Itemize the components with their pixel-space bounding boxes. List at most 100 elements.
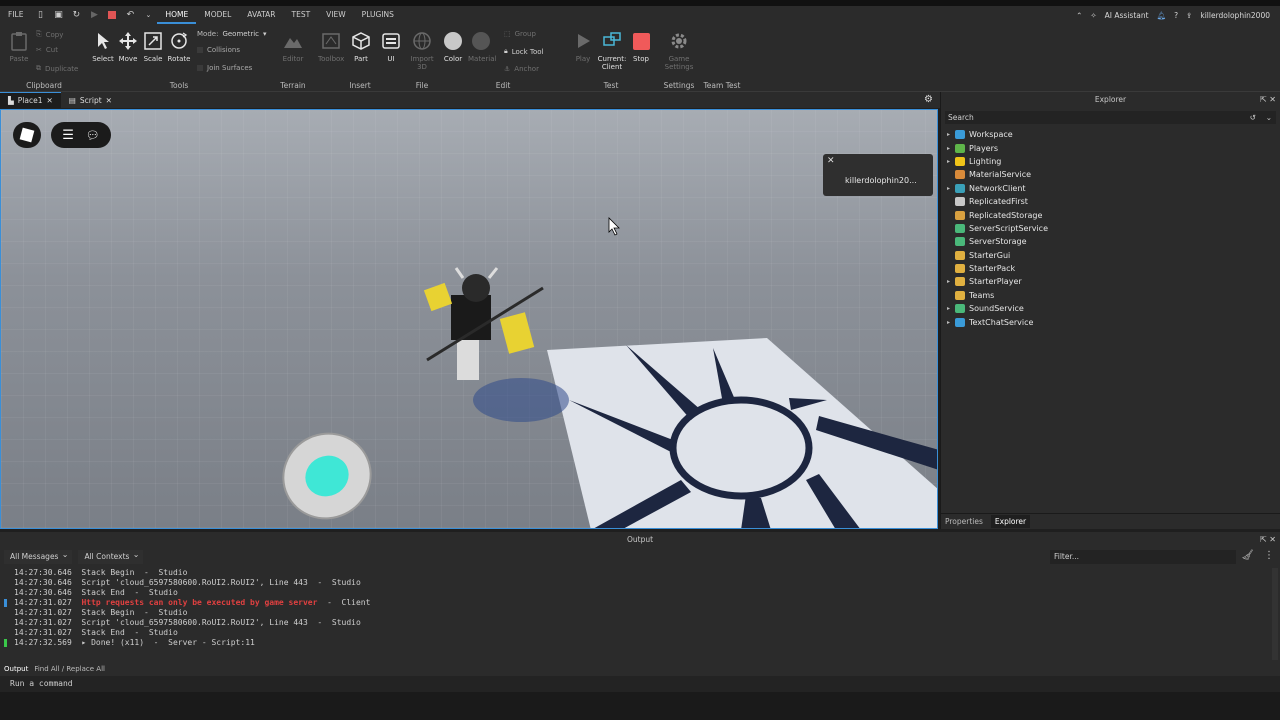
- terrain-editor-button[interactable]: Editor: [280, 30, 306, 63]
- popout-icon[interactable]: ⇱: [1260, 535, 1267, 544]
- hamburger-menu-icon[interactable]: ☰: [62, 128, 74, 143]
- explorer-item-teams[interactable]: Teams: [941, 289, 1280, 302]
- explorer-item-serverstorage[interactable]: ServerStorage: [941, 235, 1280, 248]
- chevron-down-icon[interactable]: ⌄: [141, 8, 155, 22]
- anchor-button[interactable]: ⚓︎ Anchor: [504, 65, 539, 73]
- duplicate-button[interactable]: ⧉ Duplicate: [36, 64, 78, 73]
- expand-arrow-icon[interactable]: ▸: [947, 305, 955, 312]
- popout-icon[interactable]: ⇱: [1260, 95, 1267, 104]
- explorer-item-soundservice[interactable]: ▸ SoundService: [941, 302, 1280, 315]
- collapse-icon[interactable]: ⌃: [1076, 11, 1082, 20]
- game-settings-button[interactable]: Game Settings: [664, 30, 694, 71]
- tab-script[interactable]: ▤ Script ✕: [61, 92, 120, 108]
- expand-arrow-icon[interactable]: ▸: [947, 278, 955, 285]
- explorer-item-serverscriptservice[interactable]: ServerScriptService: [941, 222, 1280, 235]
- duplicate-label: Duplicate: [45, 64, 79, 73]
- explorer-item-startergui[interactable]: StarterGui: [941, 249, 1280, 262]
- cut-button[interactable]: ✂ Cut: [36, 46, 58, 54]
- expand-arrow-icon[interactable]: ▸: [947, 131, 955, 138]
- import-3d-button[interactable]: Import 3D: [409, 30, 435, 71]
- player-list-card[interactable]: ✕ killerdolophin20...: [823, 154, 933, 196]
- toolbox-button[interactable]: Toolbox: [318, 30, 344, 63]
- command-bar-input[interactable]: Run a command: [0, 676, 1280, 692]
- username[interactable]: killerdolophin2000: [1200, 11, 1270, 20]
- file-menu[interactable]: FILE: [0, 6, 31, 24]
- save-icon[interactable]: ▣: [51, 8, 65, 22]
- close-icon[interactable]: ✕: [1269, 535, 1276, 544]
- expand-arrow-icon[interactable]: ▸: [947, 319, 955, 326]
- color-button[interactable]: Color: [440, 30, 466, 63]
- ai-assistant-button[interactable]: AI Assistant: [1105, 11, 1149, 20]
- play-small-icon[interactable]: ▶: [87, 8, 101, 22]
- help-icon[interactable]: ?: [1174, 11, 1178, 20]
- collisions-toggle[interactable]: Collisions: [197, 46, 240, 54]
- tab-explorer[interactable]: Explorer: [990, 515, 1031, 528]
- notification-icon[interactable]: 🔔︎: [1157, 11, 1167, 20]
- expand-arrow-icon[interactable]: ▸: [947, 145, 955, 152]
- tab-model[interactable]: MODEL: [196, 6, 239, 24]
- history-icon[interactable]: ↺: [1250, 111, 1256, 124]
- tab-find-all[interactable]: Find All / Replace All: [34, 665, 105, 673]
- close-icon[interactable]: ✕: [827, 156, 835, 166]
- scale-tool-button[interactable]: Scale: [140, 30, 166, 63]
- stop-small-icon[interactable]: [105, 8, 119, 22]
- close-icon[interactable]: ✕: [106, 96, 112, 105]
- contexts-dropdown[interactable]: All Contexts: [78, 548, 144, 564]
- tab-output[interactable]: Output: [4, 665, 28, 673]
- explorer-item-networkclient[interactable]: ▸ NetworkClient: [941, 182, 1280, 195]
- close-icon[interactable]: ✕: [47, 96, 53, 105]
- explorer-item-workspace[interactable]: ▸ Workspace: [941, 128, 1280, 141]
- join-surfaces-toggle[interactable]: Join Surfaces: [197, 64, 252, 72]
- tab-avatar[interactable]: AVATAR: [239, 6, 283, 24]
- viewport-settings-icon[interactable]: ⚙: [924, 94, 933, 105]
- explorer-item-materialservice[interactable]: MaterialService: [941, 168, 1280, 181]
- explorer-item-replicatedstorage[interactable]: ReplicatedStorage: [941, 208, 1280, 221]
- part-button[interactable]: Part: [348, 30, 374, 63]
- tab-view[interactable]: VIEW: [318, 6, 354, 24]
- explorer-item-lighting[interactable]: ▸ Lighting: [941, 155, 1280, 168]
- explorer-item-textchatservice[interactable]: ▸ TextChatService: [941, 315, 1280, 328]
- explorer-item-players[interactable]: ▸ Players: [941, 141, 1280, 154]
- play-button[interactable]: Play: [570, 30, 596, 63]
- mode-dropdown[interactable]: Mode: Geometric ▾: [197, 30, 267, 38]
- expand-arrow-icon[interactable]: ▸: [947, 185, 955, 192]
- close-icon[interactable]: ✕: [1269, 95, 1276, 104]
- paste-button[interactable]: Paste: [6, 30, 32, 63]
- messages-dropdown[interactable]: All Messages: [4, 548, 73, 564]
- service-icon: [955, 170, 965, 180]
- tab-place1[interactable]: ▙ Place1 ✕: [0, 92, 61, 108]
- output-filter-input[interactable]: Filter...: [1050, 550, 1236, 564]
- output-scrollbar[interactable]: [1272, 568, 1278, 660]
- explorer-search-input[interactable]: Search ↺ ⌄: [945, 111, 1276, 124]
- clear-output-icon[interactable]: 🧹︎: [1241, 550, 1254, 561]
- copy-button[interactable]: ⎘ Copy: [36, 30, 63, 39]
- rotate-label: Rotate: [167, 55, 191, 63]
- lock-tool-button[interactable]: 🔒︎ Lock Tool: [504, 47, 544, 56]
- explorer-item-starterpack[interactable]: StarterPack: [941, 262, 1280, 275]
- rotate-tool-button[interactable]: Rotate: [166, 30, 192, 63]
- roblox-menu-button[interactable]: [13, 122, 41, 148]
- tab-plugins[interactable]: PLUGINS: [354, 6, 402, 24]
- share-icon[interactable]: ⇪: [1186, 11, 1192, 20]
- stop-button[interactable]: Stop: [628, 30, 654, 63]
- explorer-item-starterplayer[interactable]: ▸ StarterPlayer: [941, 275, 1280, 288]
- chat-icon[interactable]: 💬︎: [86, 129, 100, 142]
- tab-properties[interactable]: Properties: [945, 517, 983, 526]
- refresh-icon[interactable]: ↻: [69, 8, 83, 22]
- ribbon: Paste ⎘ Copy ✂ Cut ⧉ Duplicate Clipboard Se…: [0, 24, 1280, 92]
- group-button[interactable]: ⬚ Group: [504, 30, 536, 38]
- new-file-icon[interactable]: ▯: [33, 8, 47, 22]
- select-tool-button[interactable]: Select: [90, 30, 116, 63]
- undo-icon[interactable]: ↶: [123, 8, 137, 22]
- tab-test[interactable]: TEST: [284, 6, 319, 24]
- material-button[interactable]: Material: [468, 30, 496, 63]
- tab-home[interactable]: HOME: [157, 6, 197, 24]
- expand-arrow-icon[interactable]: ▸: [947, 158, 955, 165]
- more-options-icon[interactable]: ⋮: [1264, 550, 1274, 561]
- current-client-button[interactable]: Current: Client: [596, 30, 628, 71]
- explorer-item-replicatedfirst[interactable]: ReplicatedFirst: [941, 195, 1280, 208]
- 3d-viewport[interactable]: ☰ 💬︎ ✕ killerdolophin20...: [0, 109, 938, 529]
- move-tool-button[interactable]: Move: [115, 30, 141, 63]
- ui-button[interactable]: UI: [378, 30, 404, 63]
- chevron-down-icon[interactable]: ⌄: [1266, 111, 1272, 124]
